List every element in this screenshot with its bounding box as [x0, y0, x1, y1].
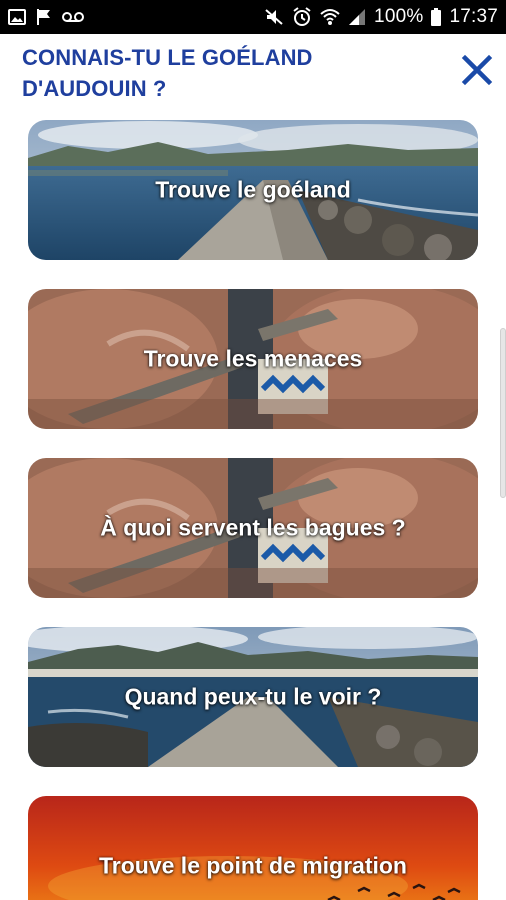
- app-header: CONNAIS-TU LE GOÉLAND D'AUDOUIN ?: [0, 34, 506, 118]
- card-label: Trouve les menaces: [143, 345, 363, 372]
- status-bar: 100% 17:37: [0, 0, 506, 34]
- battery-percent: 100%: [374, 6, 424, 27]
- scrollbar[interactable]: [500, 328, 506, 498]
- alarm-icon: [292, 7, 312, 27]
- card-quand-peux-tu-le-voir[interactable]: Quand peux-tu le voir ?: [28, 627, 478, 767]
- topic-list: Trouve le goéland Trouve les menaces À q…: [0, 118, 506, 900]
- close-button[interactable]: [455, 48, 499, 92]
- clock: 17:37: [449, 6, 498, 27]
- close-icon: [461, 54, 493, 86]
- wifi-icon: [320, 8, 340, 26]
- card-trouve-le-goeland[interactable]: Trouve le goéland: [28, 120, 478, 260]
- signal-icon: [348, 8, 366, 26]
- mute-icon: [264, 8, 284, 26]
- gallery-icon: [8, 9, 26, 25]
- battery-icon: [431, 8, 442, 26]
- card-label: À quoi servent les bagues ?: [100, 514, 406, 541]
- card-a-quoi-servent-les-bagues[interactable]: À quoi servent les bagues ?: [28, 458, 478, 598]
- page-title: CONNAIS-TU LE GOÉLAND D'AUDOUIN ?: [22, 45, 313, 101]
- voicemail-icon: [62, 11, 84, 23]
- card-label: Quand peux-tu le voir ?: [124, 683, 382, 710]
- card-label: Trouve le goéland: [155, 176, 351, 203]
- sunset-birds-photo: [28, 796, 478, 900]
- card-label: Trouve le point de migration: [99, 852, 407, 879]
- flag-icon: [36, 8, 52, 26]
- card-trouve-le-point-de-migration[interactable]: Trouve le point de migration: [28, 796, 478, 900]
- card-trouve-les-menaces[interactable]: Trouve les menaces: [28, 289, 478, 429]
